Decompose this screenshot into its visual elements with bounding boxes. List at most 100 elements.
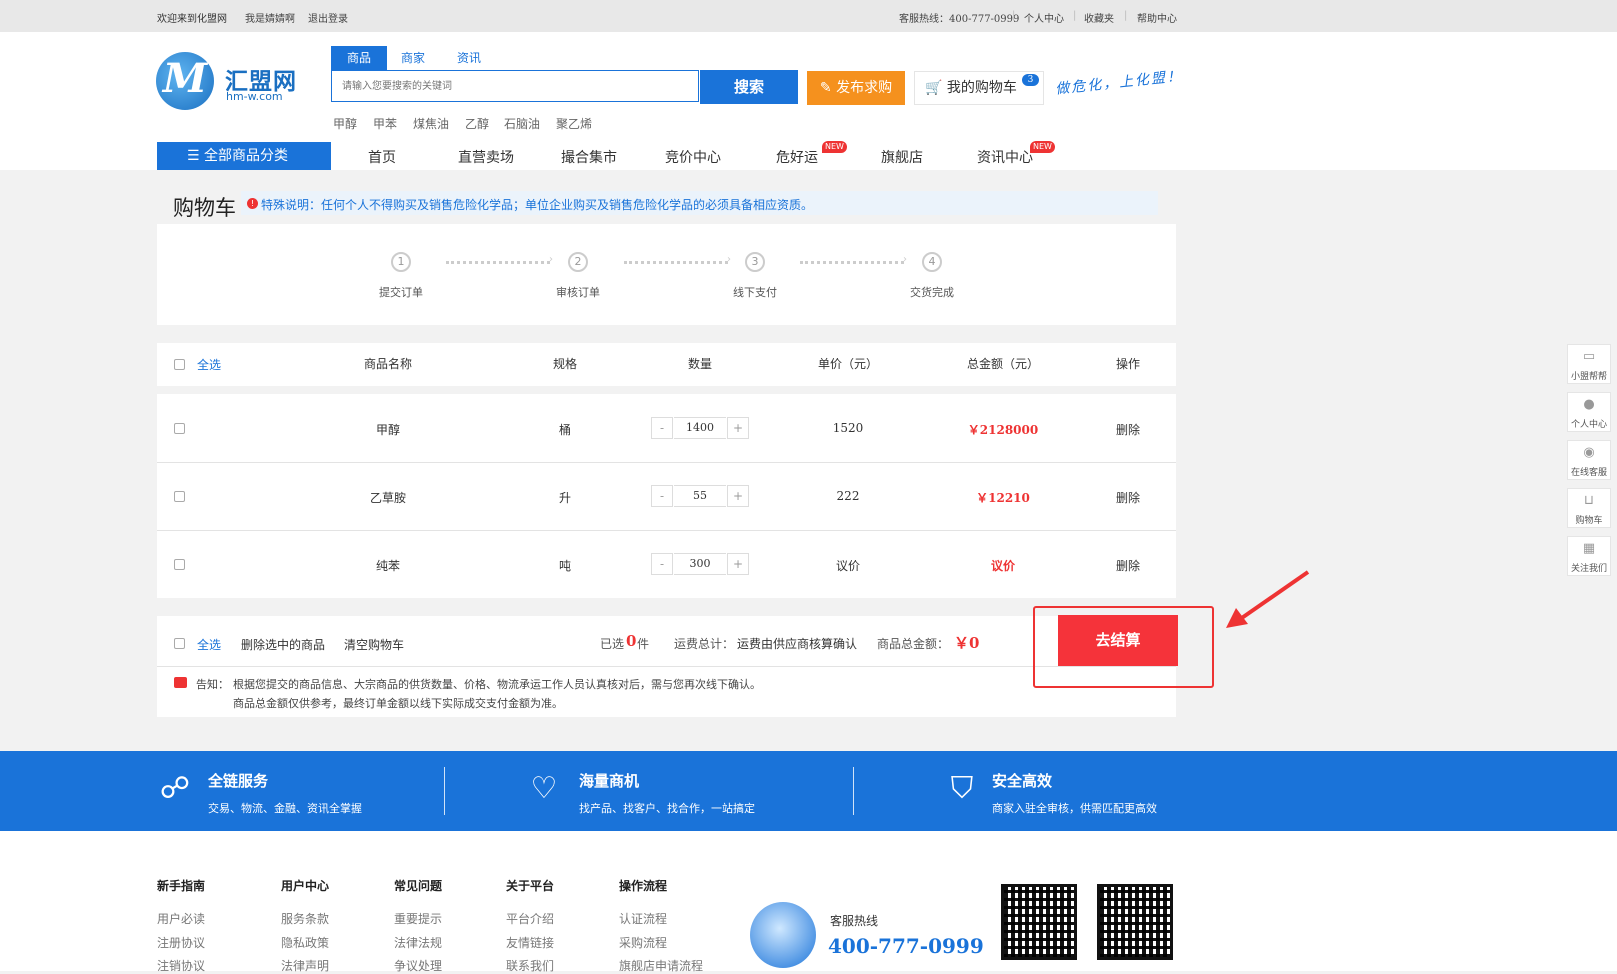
column-header: 商品名称 bbox=[363, 357, 412, 371]
step-number: 3 bbox=[745, 252, 765, 272]
tab-news[interactable]: 资讯 bbox=[448, 46, 490, 70]
feature-subtitle: 商家入驻全审核，供需匹配更高效 bbox=[992, 802, 1157, 815]
qty-input[interactable]: 1400 bbox=[674, 417, 726, 439]
product-name[interactable]: 纯苯 bbox=[348, 557, 428, 574]
qty-increment-button[interactable]: + bbox=[727, 485, 749, 507]
footer-link[interactable]: 注销协议 bbox=[157, 957, 205, 974]
hotword[interactable]: 石脑油 bbox=[504, 115, 540, 132]
delete-selected-button[interactable]: 删除选中的商品 bbox=[241, 636, 325, 653]
qty-increment-button[interactable]: + bbox=[727, 553, 749, 575]
row-total: 议价 bbox=[990, 559, 1015, 573]
tab-merchants[interactable]: 商家 bbox=[392, 46, 434, 70]
column-header: 总金额（元） bbox=[966, 357, 1039, 371]
shipping-label: 运费总计： bbox=[674, 637, 735, 651]
message-icon bbox=[174, 677, 187, 688]
hotword[interactable]: 甲苯 bbox=[373, 115, 397, 132]
unit-price: 议价 bbox=[835, 559, 860, 573]
nav-direct-market[interactable]: 直营卖场 bbox=[458, 147, 514, 167]
footer-column-title: 用户中心 bbox=[281, 879, 330, 893]
nav-news-center[interactable]: 资讯中心 bbox=[977, 147, 1033, 167]
qty-decrement-button[interactable]: - bbox=[651, 417, 673, 439]
column-header: 单价（元） bbox=[817, 357, 878, 371]
product-spec: 升 bbox=[558, 491, 571, 505]
qty-input[interactable]: 300 bbox=[674, 553, 726, 575]
step-number: 4 bbox=[922, 252, 942, 272]
publish-request-button[interactable]: ✎ 发布求购 bbox=[807, 71, 905, 105]
delete-button[interactable]: 删除 bbox=[1103, 421, 1153, 438]
delete-button[interactable]: 删除 bbox=[1103, 489, 1153, 506]
side-tool-label: 个人中心 bbox=[1570, 420, 1607, 430]
qty-increment-button[interactable]: + bbox=[727, 417, 749, 439]
search-input[interactable] bbox=[332, 71, 694, 101]
clear-cart-button[interactable]: 清空购物车 bbox=[344, 636, 404, 653]
hotword[interactable]: 乙醇 bbox=[465, 115, 489, 132]
delete-button[interactable]: 删除 bbox=[1103, 557, 1153, 574]
footer-link[interactable]: 平台介绍 bbox=[506, 910, 554, 927]
row-checkbox[interactable] bbox=[174, 491, 185, 502]
footer-column-title: 常见问题 bbox=[394, 879, 443, 893]
footer-link[interactable]: 旗舰店申请流程 bbox=[619, 957, 703, 974]
nav-matching-market[interactable]: 撮合集市 bbox=[561, 147, 617, 167]
hotword[interactable]: 甲醇 bbox=[333, 115, 357, 132]
favorites-link[interactable]: 收藏夹 bbox=[1084, 10, 1114, 25]
publish-label: 发布求购 bbox=[836, 80, 893, 96]
shipping-value: 运费由供应商核算确认 bbox=[737, 637, 858, 651]
logout-link[interactable]: 退出登录 bbox=[308, 10, 348, 25]
select-all-label[interactable]: 全选 bbox=[197, 356, 221, 373]
column-header: 规格 bbox=[552, 357, 577, 371]
step-connector bbox=[800, 261, 904, 264]
nav-logistics[interactable]: 危好运 bbox=[776, 147, 818, 167]
footer-link[interactable]: 联系我们 bbox=[506, 957, 554, 974]
footer-link[interactable]: 争议处理 bbox=[394, 957, 442, 974]
footer-link[interactable]: 友情链接 bbox=[506, 934, 554, 951]
side-follow-button[interactable]: ▦ 关注我们 bbox=[1567, 536, 1611, 576]
side-personal-button[interactable]: ● 个人中心 bbox=[1567, 392, 1611, 432]
qty-decrement-button[interactable]: - bbox=[651, 485, 673, 507]
menu-icon: ☰ bbox=[187, 148, 200, 164]
all-categories-button[interactable]: ☰ 全部商品分类 bbox=[157, 142, 331, 170]
search-button[interactable]: 搜索 bbox=[700, 70, 798, 104]
hotword[interactable]: 煤焦油 bbox=[413, 115, 449, 132]
help-center-link[interactable]: 帮助中心 bbox=[1137, 10, 1177, 25]
footer-link[interactable]: 法律声明 bbox=[281, 957, 329, 974]
personal-center-link[interactable]: 个人中心 bbox=[1024, 10, 1064, 25]
chat-icon: ▭ bbox=[1582, 349, 1596, 364]
qty-decrement-button[interactable]: - bbox=[651, 553, 673, 575]
side-service-button[interactable]: ◉ 在线客服 bbox=[1567, 440, 1611, 480]
qty-input[interactable]: 55 bbox=[674, 485, 726, 507]
steps-panel bbox=[157, 224, 1176, 325]
footer-link[interactable]: 采购流程 bbox=[619, 934, 667, 951]
footer-link[interactable]: 认证流程 bbox=[619, 910, 667, 927]
side-help-button[interactable]: ▭ 小盟帮帮 bbox=[1567, 344, 1611, 384]
side-tool-label: 购物车 bbox=[1575, 516, 1603, 526]
select-all-label[interactable]: 全选 bbox=[197, 636, 221, 653]
edit-icon: ✎ bbox=[819, 80, 832, 96]
footer-link[interactable]: 注册协议 bbox=[157, 934, 205, 951]
cart-icon: 🛒 bbox=[925, 80, 943, 96]
tab-products[interactable]: 商品 bbox=[331, 46, 387, 70]
username-link[interactable]: 我是婧婧啊 bbox=[245, 10, 295, 25]
hotword[interactable]: 聚乙烯 bbox=[556, 115, 592, 132]
nav-home[interactable]: 首页 bbox=[368, 147, 396, 167]
footer-link[interactable]: 法律法规 bbox=[394, 934, 442, 951]
nav-bidding-center[interactable]: 竞价中心 bbox=[665, 147, 721, 167]
product-name[interactable]: 甲醇 bbox=[348, 421, 428, 438]
side-cart-button[interactable]: ⊔ 购物车 bbox=[1567, 488, 1611, 528]
footer-link[interactable]: 用户必读 bbox=[157, 910, 205, 927]
footer-link[interactable]: 隐私政策 bbox=[281, 934, 329, 951]
footer-link[interactable]: 服务条款 bbox=[281, 910, 329, 927]
select-all-checkbox[interactable] bbox=[174, 638, 185, 649]
logo-mark: M bbox=[162, 55, 208, 102]
row-checkbox[interactable] bbox=[174, 559, 185, 570]
footer-column-title: 新手指南 bbox=[157, 879, 206, 893]
notice-line: 根据您提交的商品信息、大宗商品的供货数量、价格、物流承运工作人员认真核对后，需与… bbox=[233, 678, 761, 691]
row-checkbox[interactable] bbox=[174, 423, 185, 434]
step-label: 线下支付 bbox=[733, 286, 777, 299]
hotline-label: 客服热线 bbox=[830, 914, 879, 928]
select-all-checkbox[interactable] bbox=[174, 359, 185, 370]
product-name[interactable]: 乙草胺 bbox=[348, 489, 428, 506]
feature-title: 安全高效 bbox=[992, 772, 1053, 790]
footer-link[interactable]: 重要提示 bbox=[394, 910, 442, 927]
user-icon: ● bbox=[1583, 397, 1595, 412]
nav-flagship[interactable]: 旗舰店 bbox=[881, 147, 923, 167]
